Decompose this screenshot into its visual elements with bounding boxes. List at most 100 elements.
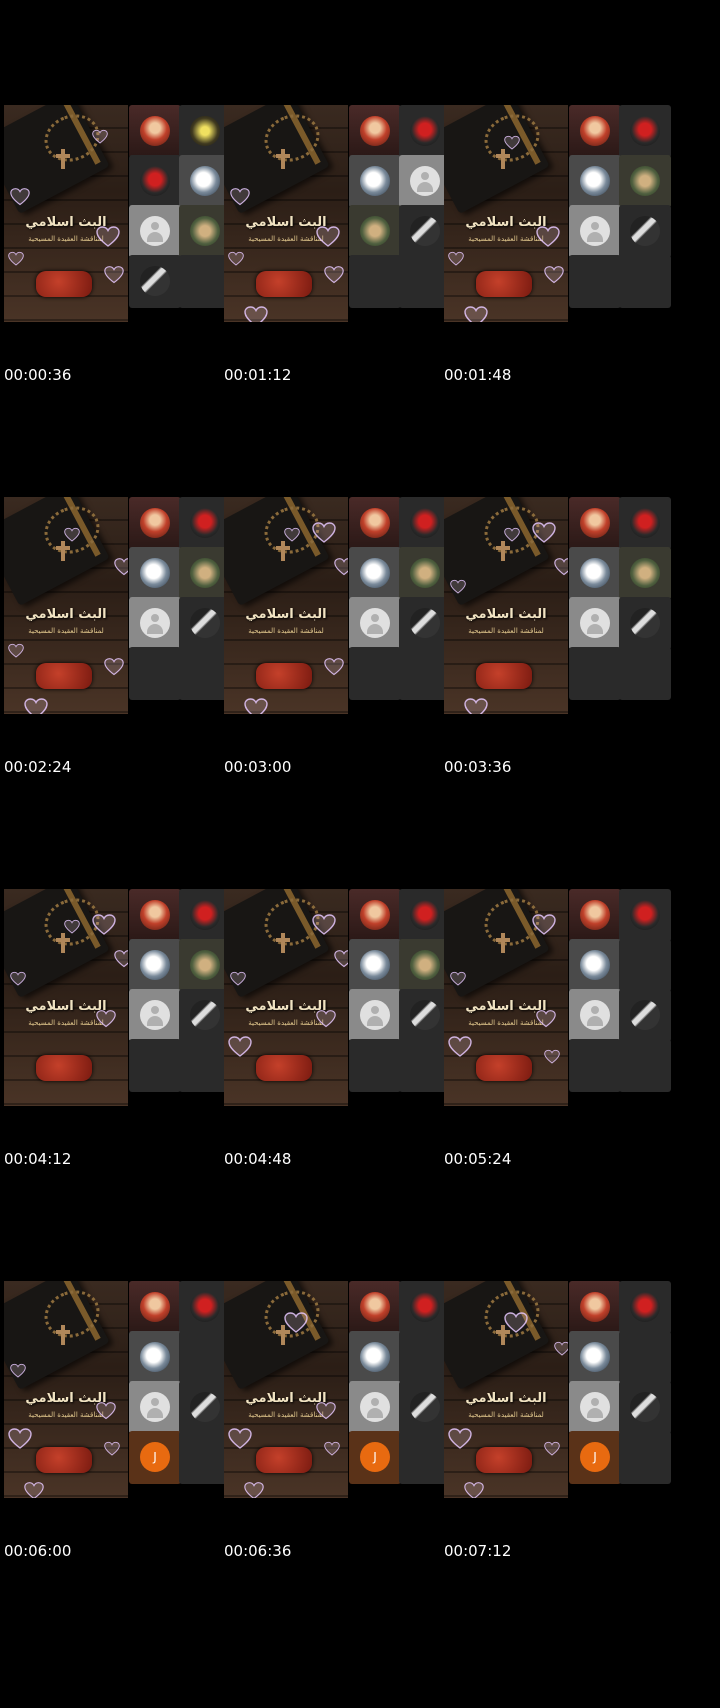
participant-tile[interactable] [349, 1281, 401, 1334]
heart-bubble-icon [544, 1049, 560, 1065]
video-thumbnail[interactable]: البث اسلامي لمناقشة العقيدة المسيحية 00:04… [0, 784, 240, 1211]
participant-tile[interactable] [569, 889, 621, 942]
participant-tile[interactable] [569, 597, 621, 650]
avatar-portrait-icon [360, 116, 390, 146]
heart-bubble-icon [448, 1035, 472, 1059]
cross-icon [276, 933, 290, 953]
participant-tile[interactable] [129, 1381, 181, 1434]
participant-tile[interactable] [349, 105, 401, 158]
participant-tile[interactable] [129, 989, 181, 1042]
default-avatar-icon [140, 1392, 170, 1422]
avatar-red-logo-icon [410, 900, 440, 930]
avatar-bw-icon [580, 558, 610, 588]
participant-tile[interactable] [129, 889, 181, 942]
avatar-blade-icon [630, 216, 660, 246]
video-thumbnail[interactable]: البث اسلامي لمناقشة العقيدة المسيحية 00:04… [220, 784, 460, 1211]
participant-tiles: J [569, 1281, 676, 1498]
video-thumbnail[interactable]: البث اسلامي لمناقشة العقيدة المسيحية 00:02… [0, 392, 240, 819]
participant-tile[interactable] [619, 889, 671, 942]
participant-tile[interactable] [569, 1331, 621, 1384]
avatar-red-logo-icon [410, 508, 440, 538]
video-thumbnail[interactable]: البث اسلامي لمناقشة العقيدة المسيحية 00:03… [440, 392, 680, 819]
participant-tile[interactable]: J [349, 1431, 401, 1484]
participant-tile[interactable] [619, 155, 671, 208]
participant-tile[interactable] [349, 889, 401, 942]
avatar-bw-icon [190, 166, 220, 196]
participant-tile[interactable] [349, 989, 401, 1042]
participant-tile[interactable] [569, 1381, 621, 1434]
participant-tile[interactable] [129, 155, 181, 208]
participant-tile[interactable] [349, 1331, 401, 1384]
participant-tile[interactable] [129, 939, 181, 992]
participant-tile[interactable] [619, 105, 671, 158]
video-frame: البث اسلامي لمناقشة العقيدة المسيحية [224, 105, 456, 322]
thumbnail-timestamp: 00:00:36 [4, 366, 72, 384]
participant-tile[interactable] [569, 989, 621, 1042]
video-thumbnail[interactable]: البث اسلامي لمناقشة العقيدة المسيحية J 00:0… [0, 1176, 240, 1603]
heart-bubble-icon [536, 225, 560, 249]
participant-tile[interactable] [129, 255, 181, 308]
participant-tile[interactable] [349, 155, 401, 208]
heart-bubble-icon [536, 1009, 556, 1029]
video-thumbnail[interactable]: البث اسلامي لمناقشة العقيدة المسيحية J 00:0… [440, 1176, 680, 1603]
participant-tile[interactable] [619, 547, 671, 600]
avatar-red-logo-icon [410, 116, 440, 146]
participant-tile[interactable] [349, 597, 401, 650]
heart-bubble-icon [324, 657, 344, 677]
participant-tile[interactable] [349, 547, 401, 600]
participant-tile[interactable] [129, 497, 181, 550]
participant-tile[interactable] [619, 989, 671, 1042]
video-thumbnail[interactable]: البث اسلامي لمناقشة العقيدة المسيحية 00:00… [0, 0, 240, 427]
thumbnail-timestamp: 00:06:36 [224, 1542, 292, 1560]
cover-title: البث اسلامي [465, 1391, 547, 1406]
empty-seat-tile [569, 1039, 621, 1092]
participant-tile[interactable] [129, 1331, 181, 1384]
heart-bubble-icon [228, 1427, 252, 1451]
avatar-blade-icon [410, 1392, 440, 1422]
participant-tile[interactable] [569, 205, 621, 258]
participant-tile[interactable] [619, 205, 671, 258]
participant-tile[interactable] [569, 497, 621, 550]
participant-tile[interactable] [569, 547, 621, 600]
video-thumbnail[interactable]: البث اسلامي لمناقشة العقيدة المسيحية J 00:0… [220, 1176, 460, 1603]
participant-tile[interactable] [129, 547, 181, 600]
empty-seat-tile [619, 647, 671, 700]
empty-seat-tile [619, 1331, 671, 1384]
participant-tile[interactable] [129, 105, 181, 158]
participant-tile[interactable] [129, 1281, 181, 1334]
participant-tile[interactable] [619, 497, 671, 550]
quran-stamp-icon [36, 663, 92, 689]
participant-tile[interactable]: J [569, 1431, 621, 1484]
video-thumbnail[interactable]: البث اسلامي لمناقشة العقيدة المسيحية 00:01… [440, 0, 680, 427]
participant-tile[interactable] [619, 1281, 671, 1334]
participant-tile[interactable] [619, 1381, 671, 1434]
avatar-blade-icon [410, 216, 440, 246]
heart-bubble-icon [10, 971, 26, 987]
participant-tile[interactable] [129, 597, 181, 650]
heart-bubble-icon [316, 225, 340, 249]
participant-tile[interactable] [569, 155, 621, 208]
avatar-blade-icon [630, 1392, 660, 1422]
heart-bubble-icon [228, 251, 244, 267]
participant-tile[interactable] [349, 205, 401, 258]
avatar-bw-icon [140, 558, 170, 588]
video-thumbnail[interactable]: البث اسلامي لمناقشة العقيدة المسيحية 00:05… [440, 784, 680, 1211]
cross-icon [276, 149, 290, 169]
cross-icon [56, 933, 70, 953]
avatar-outdoor-icon [190, 950, 220, 980]
participant-tile[interactable] [569, 105, 621, 158]
video-thumbnail[interactable]: البث اسلامي لمناقشة العقيدة المسيحية 00:03… [220, 392, 460, 819]
empty-seat-tile [569, 647, 621, 700]
participant-tile[interactable] [349, 1381, 401, 1434]
participant-tile[interactable] [619, 597, 671, 650]
participant-tile[interactable] [129, 205, 181, 258]
participant-tile[interactable] [349, 497, 401, 550]
heart-bubble-icon [504, 1311, 528, 1335]
participant-tile[interactable] [349, 939, 401, 992]
participant-tile[interactable]: J [129, 1431, 181, 1484]
participant-tile[interactable] [569, 939, 621, 992]
avatar-outdoor-icon [410, 950, 440, 980]
empty-seat-tile [619, 939, 671, 992]
video-thumbnail[interactable]: البث اسلامي لمناقشة العقيدة المسيحية 00:01… [220, 0, 460, 427]
participant-tile[interactable] [569, 1281, 621, 1334]
